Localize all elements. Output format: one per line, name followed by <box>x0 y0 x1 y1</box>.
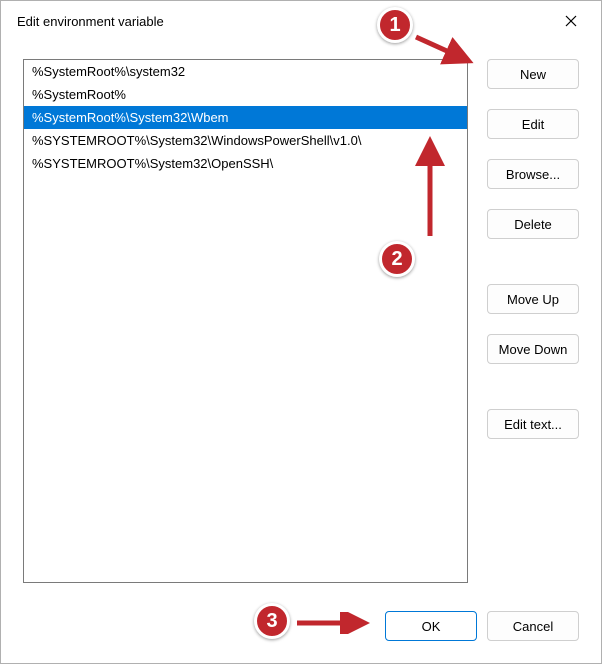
list-item[interactable]: %SYSTEMROOT%\System32\OpenSSH\ <box>24 152 467 175</box>
move-down-button[interactable]: Move Down <box>487 334 579 364</box>
dialog-title: Edit environment variable <box>17 14 164 29</box>
dialog-content: %SystemRoot%\system32%SystemRoot%%System… <box>23 59 579 641</box>
annotation-arrow-2 <box>415 133 445 243</box>
edit-text-button[interactable]: Edit text... <box>487 409 579 439</box>
dialog-window: Edit environment variable %SystemRoot%\s… <box>0 0 602 664</box>
annotation-number: 3 <box>266 610 277 633</box>
titlebar: Edit environment variable <box>1 1 601 41</box>
new-button[interactable]: New <box>487 59 579 89</box>
list-item[interactable]: %SYSTEMROOT%\System32\WindowsPowerShell\… <box>24 129 467 152</box>
annotation-number: 2 <box>391 248 402 271</box>
annotation-number: 1 <box>389 14 400 37</box>
list-item[interactable]: %SystemRoot%\System32\Wbem <box>24 106 467 129</box>
delete-button[interactable]: Delete <box>487 209 579 239</box>
dialog-buttons-row: OK Cancel <box>385 611 579 641</box>
ok-button[interactable]: OK <box>385 611 477 641</box>
browse-button[interactable]: Browse... <box>487 159 579 189</box>
list-item[interactable]: %SystemRoot% <box>24 83 467 106</box>
move-up-button[interactable]: Move Up <box>487 284 579 314</box>
annotation-callout-3: 3 <box>254 603 290 639</box>
close-icon <box>565 15 577 27</box>
annotation-arrow-1 <box>411 29 481 69</box>
annotation-arrow-3 <box>293 612 375 634</box>
path-listbox[interactable]: %SystemRoot%\system32%SystemRoot%%System… <box>23 59 468 583</box>
annotation-callout-2: 2 <box>379 241 415 277</box>
annotation-callout-1: 1 <box>377 7 413 43</box>
edit-button[interactable]: Edit <box>487 109 579 139</box>
list-item[interactable]: %SystemRoot%\system32 <box>24 60 467 83</box>
cancel-button[interactable]: Cancel <box>487 611 579 641</box>
close-button[interactable] <box>555 5 587 37</box>
